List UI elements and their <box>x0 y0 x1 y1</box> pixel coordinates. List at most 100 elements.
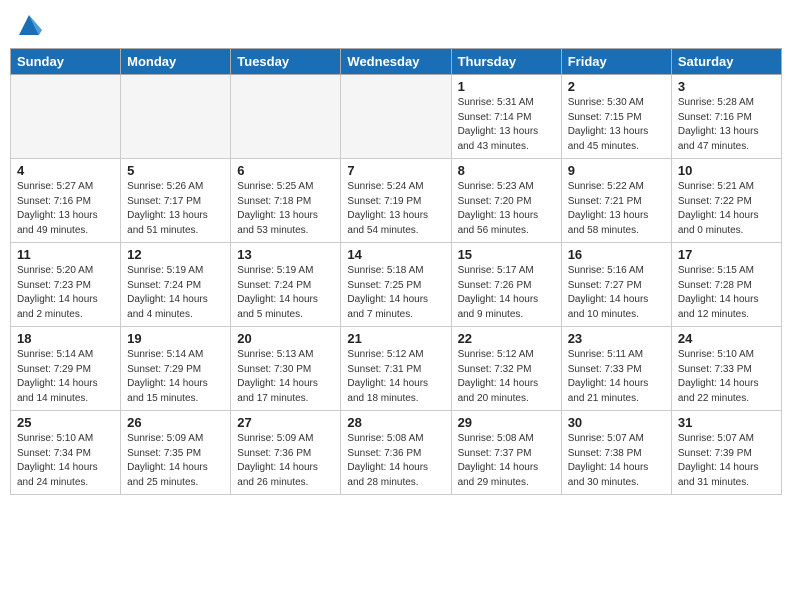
day-number: 17 <box>678 247 775 262</box>
header-saturday: Saturday <box>671 49 781 75</box>
day-number: 19 <box>127 331 224 346</box>
day-number: 30 <box>568 415 665 430</box>
calendar-cell: 19 Sunrise: 5:14 AMSunset: 7:29 PMDayligh… <box>121 327 231 411</box>
calendar-cell: 20 Sunrise: 5:13 AMSunset: 7:30 PMDayligh… <box>231 327 341 411</box>
day-number: 10 <box>678 163 775 178</box>
calendar-cell: 13 Sunrise: 5:19 AMSunset: 7:24 PMDayligh… <box>231 243 341 327</box>
day-info: Sunrise: 5:14 AMSunset: 7:29 PMDaylight:… <box>17 348 114 406</box>
calendar-cell: 26Sunrise: 5:09 AMSunset: 7:35 PMDayligh… <box>121 411 231 495</box>
day-number: 1 <box>458 79 555 94</box>
week-row-3: 11 Sunrise: 5:20 AMSunset: 7:23 PMDayligh… <box>11 243 782 327</box>
calendar-cell: 24Sunrise: 5:10 AMSunset: 7:33 PMDayligh… <box>671 327 781 411</box>
calendar-cell: 25 Sunrise: 5:10 AMSunset: 7:34 PMDayligh… <box>11 411 121 495</box>
week-row-2: 4 Sunrise: 5:27 AMSunset: 7:16 PMDaylight… <box>11 159 782 243</box>
day-number: 18 <box>17 331 114 346</box>
day-info: Sunrise: 5:08 AMSunset: 7:37 PMDaylight:… <box>458 432 555 490</box>
week-row-4: 18 Sunrise: 5:14 AMSunset: 7:29 PMDayligh… <box>11 327 782 411</box>
day-number: 3 <box>678 79 775 94</box>
day-number: 22 <box>458 331 555 346</box>
calendar-cell: 4 Sunrise: 5:27 AMSunset: 7:16 PMDaylight… <box>11 159 121 243</box>
calendar-cell: 1Sunrise: 5:31 AMSunset: 7:14 PMDaylight… <box>451 75 561 159</box>
calendar-cell: 27 Sunrise: 5:09 AMSunset: 7:36 PMDayligh… <box>231 411 341 495</box>
day-info: Sunrise: 5:19 AMSunset: 7:24 PMDaylight:… <box>127 264 224 322</box>
day-info: Sunrise: 5:27 AMSunset: 7:16 PMDaylight:… <box>17 180 114 238</box>
calendar-cell: 11 Sunrise: 5:20 AMSunset: 7:23 PMDayligh… <box>11 243 121 327</box>
day-info: Sunrise: 5:12 AMSunset: 7:32 PMDaylight:… <box>458 348 555 406</box>
day-number: 5 <box>127 163 224 178</box>
day-number: 26 <box>127 415 224 430</box>
day-info: Sunrise: 5:26 AMSunset: 7:17 PMDaylight:… <box>127 180 224 238</box>
calendar-cell: 5 Sunrise: 5:26 AMSunset: 7:17 PMDaylight… <box>121 159 231 243</box>
day-info: Sunrise: 5:28 AMSunset: 7:16 PMDaylight:… <box>678 96 775 154</box>
calendar-cell: 29 Sunrise: 5:08 AMSunset: 7:37 PMDayligh… <box>451 411 561 495</box>
calendar-cell: 10 Sunrise: 5:21 AMSunset: 7:22 PMDayligh… <box>671 159 781 243</box>
day-number: 14 <box>347 247 444 262</box>
logo-icon <box>14 10 44 40</box>
calendar-cell: 12 Sunrise: 5:19 AMSunset: 7:24 PMDayligh… <box>121 243 231 327</box>
calendar-cell <box>121 75 231 159</box>
calendar-cell: 30 Sunrise: 5:07 AMSunset: 7:38 PMDayligh… <box>561 411 671 495</box>
day-number: 8 <box>458 163 555 178</box>
day-info: Sunrise: 5:10 AMSunset: 7:34 PMDaylight:… <box>17 432 114 490</box>
day-info: Sunrise: 5:12 AMSunset: 7:31 PMDaylight:… <box>347 348 444 406</box>
day-number: 29 <box>458 415 555 430</box>
calendar-cell: 14 Sunrise: 5:18 AMSunset: 7:25 PMDayligh… <box>341 243 451 327</box>
day-info: Sunrise: 5:09 AMSunset: 7:36 PMDaylight:… <box>237 432 334 490</box>
calendar-cell <box>341 75 451 159</box>
day-number: 21 <box>347 331 444 346</box>
day-info: Sunrise: 5:30 AMSunset: 7:15 PMDaylight:… <box>568 96 665 154</box>
calendar-cell: 23 Sunrise: 5:11 AMSunset: 7:33 PMDayligh… <box>561 327 671 411</box>
day-info: Sunrise: 5:10 AMSunset: 7:33 PMDaylight:… <box>678 348 775 406</box>
day-info: Sunrise: 5:08 AMSunset: 7:36 PMDaylight:… <box>347 432 444 490</box>
calendar-cell: 15 Sunrise: 5:17 AMSunset: 7:26 PMDayligh… <box>451 243 561 327</box>
week-row-1: 1Sunrise: 5:31 AMSunset: 7:14 PMDaylight… <box>11 75 782 159</box>
calendar-cell: 8 Sunrise: 5:23 AMSunset: 7:20 PMDaylight… <box>451 159 561 243</box>
day-info: Sunrise: 5:14 AMSunset: 7:29 PMDaylight:… <box>127 348 224 406</box>
day-number: 23 <box>568 331 665 346</box>
day-info: Sunrise: 5:24 AMSunset: 7:19 PMDaylight:… <box>347 180 444 238</box>
day-info: Sunrise: 5:20 AMSunset: 7:23 PMDaylight:… <box>17 264 114 322</box>
day-info: Sunrise: 5:18 AMSunset: 7:25 PMDaylight:… <box>347 264 444 322</box>
day-info: Sunrise: 5:22 AMSunset: 7:21 PMDaylight:… <box>568 180 665 238</box>
day-info: Sunrise: 5:07 AMSunset: 7:38 PMDaylight:… <box>568 432 665 490</box>
day-number: 15 <box>458 247 555 262</box>
calendar-cell: 9 Sunrise: 5:22 AMSunset: 7:21 PMDaylight… <box>561 159 671 243</box>
day-number: 25 <box>17 415 114 430</box>
header-row: SundayMondayTuesdayWednesdayThursdayFrid… <box>11 49 782 75</box>
day-number: 4 <box>17 163 114 178</box>
calendar-cell: 6Sunrise: 5:25 AMSunset: 7:18 PMDaylight… <box>231 159 341 243</box>
day-number: 13 <box>237 247 334 262</box>
day-info: Sunrise: 5:19 AMSunset: 7:24 PMDaylight:… <box>237 264 334 322</box>
logo <box>10 10 44 40</box>
calendar-cell: 22 Sunrise: 5:12 AMSunset: 7:32 PMDayligh… <box>451 327 561 411</box>
day-number: 9 <box>568 163 665 178</box>
day-number: 31 <box>678 415 775 430</box>
calendar-cell: 28 Sunrise: 5:08 AMSunset: 7:36 PMDayligh… <box>341 411 451 495</box>
day-number: 28 <box>347 415 444 430</box>
day-info: Sunrise: 5:15 AMSunset: 7:28 PMDaylight:… <box>678 264 775 322</box>
calendar-cell: 17 Sunrise: 5:15 AMSunset: 7:28 PMDayligh… <box>671 243 781 327</box>
day-number: 27 <box>237 415 334 430</box>
page-header <box>10 10 782 40</box>
week-row-5: 25 Sunrise: 5:10 AMSunset: 7:34 PMDayligh… <box>11 411 782 495</box>
day-number: 20 <box>237 331 334 346</box>
day-number: 11 <box>17 247 114 262</box>
header-tuesday: Tuesday <box>231 49 341 75</box>
day-info: Sunrise: 5:23 AMSunset: 7:20 PMDaylight:… <box>458 180 555 238</box>
day-info: Sunrise: 5:13 AMSunset: 7:30 PMDaylight:… <box>237 348 334 406</box>
calendar-cell: 16Sunrise: 5:16 AMSunset: 7:27 PMDayligh… <box>561 243 671 327</box>
day-info: Sunrise: 5:17 AMSunset: 7:26 PMDaylight:… <box>458 264 555 322</box>
day-info: Sunrise: 5:21 AMSunset: 7:22 PMDaylight:… <box>678 180 775 238</box>
day-number: 12 <box>127 247 224 262</box>
header-friday: Friday <box>561 49 671 75</box>
header-wednesday: Wednesday <box>341 49 451 75</box>
header-thursday: Thursday <box>451 49 561 75</box>
calendar-cell: 2Sunrise: 5:30 AMSunset: 7:15 PMDaylight… <box>561 75 671 159</box>
calendar-cell <box>231 75 341 159</box>
calendar-table: SundayMondayTuesdayWednesdayThursdayFrid… <box>10 48 782 495</box>
day-info: Sunrise: 5:07 AMSunset: 7:39 PMDaylight:… <box>678 432 775 490</box>
day-number: 7 <box>347 163 444 178</box>
calendar-cell: 31 Sunrise: 5:07 AMSunset: 7:39 PMDayligh… <box>671 411 781 495</box>
day-info: Sunrise: 5:11 AMSunset: 7:33 PMDaylight:… <box>568 348 665 406</box>
day-number: 16 <box>568 247 665 262</box>
